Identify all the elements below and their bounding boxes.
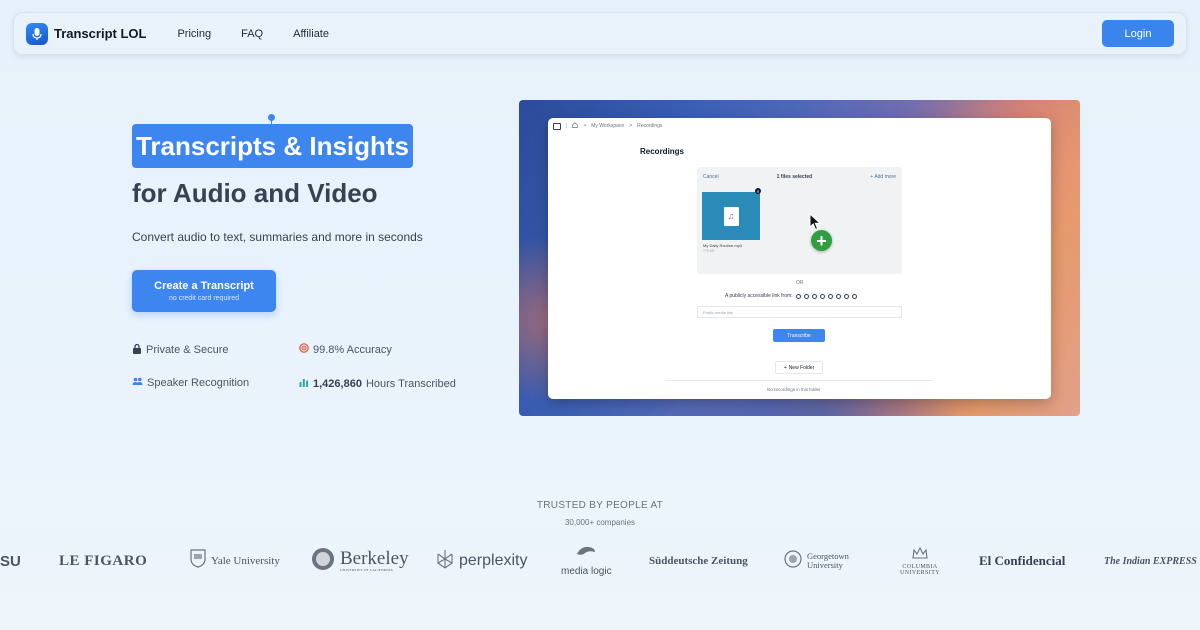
nav-link-pricing[interactable]: Pricing [177,28,211,40]
feature-speaker: Speaker Recognition [132,377,249,389]
upload-header: Cancel 1 files selected + Add more [697,167,902,180]
yale-shield-icon [190,549,206,573]
logo-el-confidencial: El Confidencial [979,545,1065,577]
hero-subtitle: for Audio and Video [132,178,378,208]
logo-le-figaro: LE FIGARO [59,545,147,577]
instagram-icon [803,293,809,299]
brand[interactable]: Transcript LOL [26,22,147,45]
georgetown-seal-icon [784,549,802,573]
add-more-link: + Add more [870,174,896,180]
breadcrumb-sep-icon: | [566,123,568,129]
logo-media-logic: media logic [561,544,612,577]
music-note-icon: ♫ [723,206,739,226]
login-button[interactable]: Login [1102,20,1174,47]
nav-link-faq[interactable]: FAQ [241,28,263,40]
recordings-title: Recordings [640,147,685,156]
logo-asu-text: SU [0,552,21,570]
or-separator: OR [796,280,804,286]
files-selected-count: 1 files selected [776,174,813,180]
empty-folder-text: No recordings in this folder [767,387,821,392]
trusted-subtitle: 30,000+ companies [564,518,636,527]
hero-description: Convert audio to text, summaries and mor… [132,230,423,244]
media-logic-bird-icon [575,544,597,565]
threads-icon [811,293,817,299]
logo-indian-express-text: The Indian EXPRESS [1104,555,1197,567]
logo-columbia: COLUMBIA UNIVERSITY [900,546,940,578]
trusted-title: TRUSTED BY PEOPLE AT [536,500,664,511]
plus-icon: + [783,364,787,371]
feature-private-label: Private & Secure [146,344,229,356]
cta-main-label: Create a Transcript [154,280,254,292]
columbia-crown-icon [912,546,928,564]
logo-le-figaro-text: LE FIGARO [59,552,148,569]
feature-hours: 1,426,860 Hours Transcribed [299,377,456,390]
add-file-plus-icon: + [811,230,832,251]
nav-link-affiliate[interactable]: Affiliate [293,28,329,40]
feature-speaker-label: Speaker Recognition [147,377,250,389]
nav-links: Pricing FAQ Affiliate [177,28,329,40]
facebook-icon [819,293,825,299]
lock-icon [132,343,142,357]
feature-accuracy-label: 99.8% Accuracy [313,343,392,356]
hours-count: 1,426,860 [313,377,362,390]
logo-sueddeutsche-text: Süddeutsche Zeitung [649,555,748,567]
upload-drop-area: Cancel 1 files selected + Add more ♫ ✕ M… [697,167,902,274]
youtube-icon [835,293,841,299]
sidebar-toggle-icon [553,122,561,130]
logo-yale-text: Yale University [211,555,280,567]
logo-sueddeutsche: Süddeutsche Zeitung [649,545,748,577]
new-folder-button: + New Folder [775,361,823,374]
link-sources-label: A publicly accessible link from: [725,293,793,299]
microphone-logo-icon [26,22,48,45]
feature-accuracy: 99.8% Accuracy [299,343,392,356]
transcribe-button: Transcribe [773,329,825,342]
logo-columbia-line2: UNIVERSITY [900,570,940,576]
divider [665,380,933,381]
logo-perplexity: perplexity [436,545,527,577]
new-folder-label: New Folder [788,364,815,371]
berkeley-seal-icon [311,547,335,576]
logo-berkeley-subtext: UNIVERSITY OF CALIFORNIA [340,568,394,573]
breadcrumb-workspace: My Workspace [591,123,625,129]
app-preview-image: | > My Workspace > Recordings Recordings… [519,100,1080,416]
people-icon [132,377,143,389]
logo-yale: Yale University [190,545,280,577]
app-window: | > My Workspace > Recordings Recordings… [548,118,1051,399]
file-name: My Daily Routine.mp3 [703,243,743,248]
cta-sub-label: no credit card required [168,295,240,302]
vimeo-icon [843,293,849,299]
logo-berkeley-text: Berkeley [340,548,409,570]
brand-name: Transcript LOL [54,26,147,41]
logo-perplexity-text: perplexity [459,552,528,569]
logo-asu: SU [0,545,21,577]
logo-indian-express: The Indian EXPRESS [1104,545,1197,577]
file-thumbnail: ♫ [702,192,760,240]
app-breadcrumb: | > My Workspace > Recordings [553,122,662,130]
logo-georgetown: Georgetown University [784,545,849,577]
logo-georgetown-line2: University [807,560,843,570]
tiktok-icon [795,293,801,299]
target-icon [299,343,309,356]
file-size: 770 KB [703,249,715,253]
hours-label: Hours Transcribed [365,377,456,390]
media-link-input: Public media link [697,306,902,318]
upload-cancel-link: Cancel [703,174,719,180]
link-sources-row: A publicly accessible link from: [725,293,857,299]
breadcrumb-sep-1: > [583,123,587,129]
bar-chart-icon [299,377,309,390]
link-icon [851,293,857,299]
feature-private: Private & Secure [132,343,229,357]
home-icon [572,122,579,130]
hero-headline-badge: Transcripts & Insights [132,124,413,168]
remove-file-icon: ✕ [755,188,761,194]
x-icon [827,293,833,299]
logo-media-logic-text: media logic [561,566,612,577]
breadcrumb-sep-2: > [629,123,633,129]
logo-el-confidencial-text: El Confidencial [979,553,1066,568]
create-transcript-button[interactable]: Create a Transcript no credit card requi… [132,270,276,312]
perplexity-icon [436,549,454,574]
breadcrumb-recordings: Recordings [637,123,663,129]
logo-berkeley: Berkeley UNIVERSITY OF CALIFORNIA [311,545,409,577]
navbar: Transcript LOL Pricing FAQ Affiliate Log… [13,12,1187,55]
